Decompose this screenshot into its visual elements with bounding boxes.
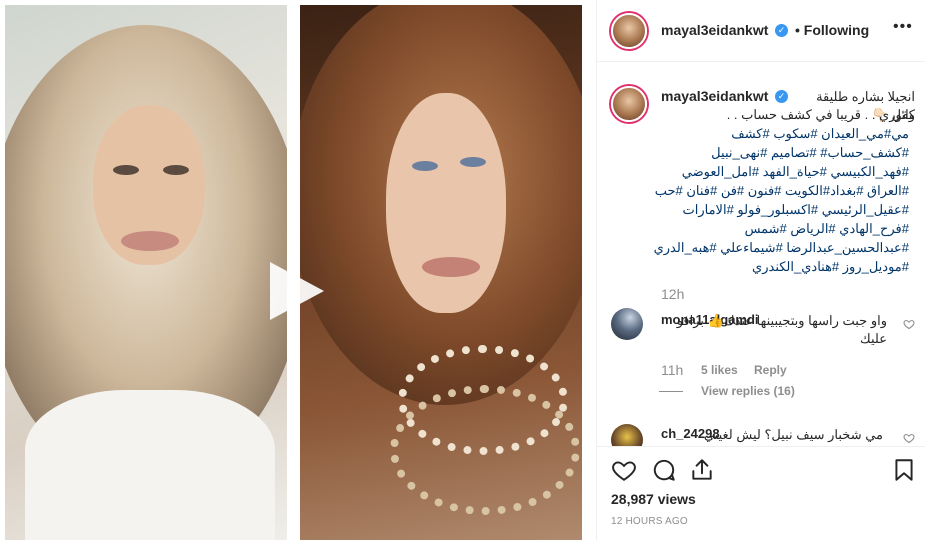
post-timestamp: 12 HOURS AGO bbox=[611, 516, 688, 527]
comment-time: 11h bbox=[661, 362, 684, 378]
comment-icon[interactable] bbox=[651, 457, 677, 483]
following-button[interactable]: • Following bbox=[795, 22, 869, 38]
caption-avatar[interactable] bbox=[611, 86, 647, 122]
caption-hashtags[interactable]: مي#مي_العيدان #سكوب #كشف #كشف_حساب# #تصا… bbox=[653, 124, 909, 276]
caption-time: 12h bbox=[661, 286, 685, 302]
comment-like-icon[interactable] bbox=[903, 432, 915, 444]
post-username[interactable]: mayal3eidankwt bbox=[661, 22, 768, 38]
post-actions: 28,987 views 12 HOURS AGO bbox=[597, 446, 925, 540]
caption-username[interactable]: mayal3eidankwt bbox=[661, 88, 768, 104]
comment-text: واو جبت راسها وبتجيبينها عندك👍 برافو علي… bbox=[676, 313, 887, 346]
comment-avatar[interactable] bbox=[611, 308, 643, 340]
caption-line-2: كفوري . . قريبا في كشف حساب . . bbox=[726, 107, 915, 122]
shirt-shape bbox=[25, 390, 275, 540]
media-photo-right bbox=[300, 5, 582, 540]
heart-icon[interactable] bbox=[611, 457, 637, 483]
verified-badge-icon: ✓ bbox=[775, 90, 788, 103]
replies-divider bbox=[659, 391, 683, 392]
more-icon[interactable]: ••• bbox=[893, 18, 913, 36]
avatar[interactable] bbox=[611, 13, 647, 49]
play-icon[interactable] bbox=[262, 258, 328, 324]
verified-badge-icon: ✓ bbox=[775, 24, 788, 37]
view-replies-button[interactable]: View replies (16) bbox=[701, 384, 795, 398]
following-label: Following bbox=[803, 22, 870, 38]
comment-reply-button[interactable]: Reply bbox=[754, 363, 787, 377]
share-icon[interactable] bbox=[689, 457, 715, 483]
comment-like-icon[interactable] bbox=[903, 318, 915, 330]
comment-likes[interactable]: 5 likes bbox=[701, 363, 738, 377]
media-photo-left bbox=[5, 5, 287, 540]
views-count[interactable]: 28,987 views bbox=[611, 491, 696, 507]
comment-text: مي شخبار سيف نبيل؟ ليش لغيتي bbox=[703, 427, 883, 442]
post-sidebar: mayal3eidankwt ✓ • Following ••• mayal3e… bbox=[596, 0, 925, 540]
bookmark-icon[interactable] bbox=[891, 457, 917, 483]
post-media[interactable] bbox=[0, 0, 596, 540]
post-header: mayal3eidankwt ✓ • Following ••• bbox=[597, 0, 925, 62]
